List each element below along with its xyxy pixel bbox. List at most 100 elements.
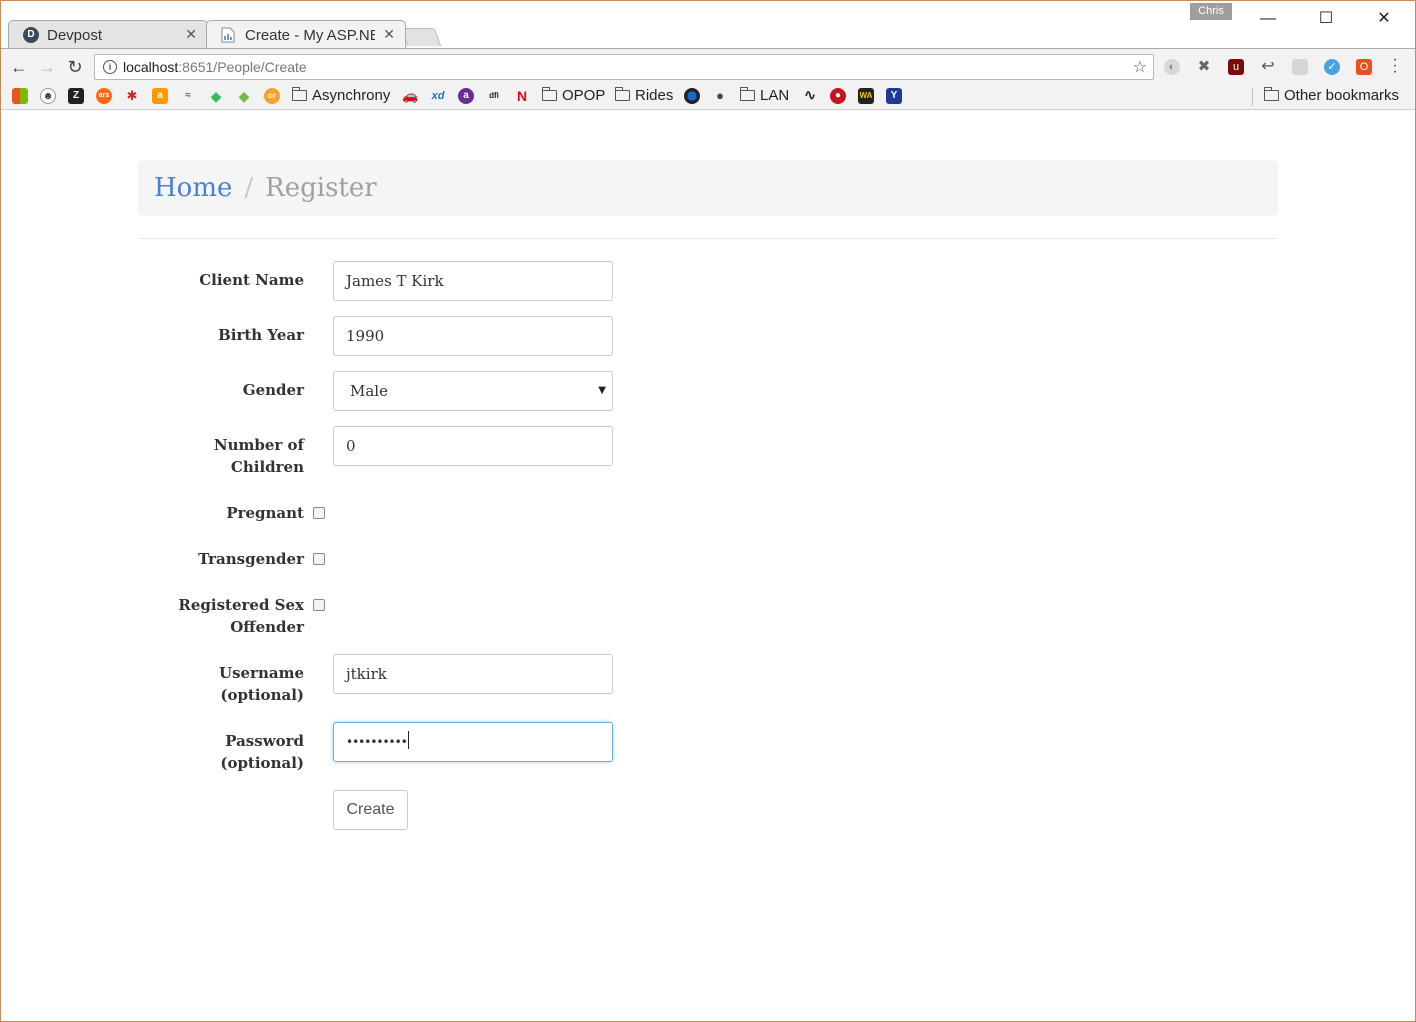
extension-tools-icon[interactable]: ✖ xyxy=(1196,59,1212,75)
bookmark-star-icon[interactable]: ☆ xyxy=(1133,57,1147,77)
bookmark-red-icon[interactable]: ● xyxy=(830,88,846,104)
maximize-button[interactable]: ☐ xyxy=(1303,6,1349,32)
bookmark-circle-icon[interactable]: or xyxy=(264,88,280,104)
children-label-line1: Number of xyxy=(213,436,304,454)
ars-icon[interactable]: ars xyxy=(96,88,112,104)
extension-image-icon[interactable] xyxy=(1292,59,1308,75)
text-caret xyxy=(407,731,409,749)
username-label-line2: (optional) xyxy=(220,686,304,704)
folder-icon xyxy=(1264,87,1279,101)
gender-selected-value: Male xyxy=(350,382,388,400)
office-icon[interactable]: O xyxy=(1356,59,1372,75)
devpost-icon: D xyxy=(23,27,39,43)
amazon-icon[interactable]: a xyxy=(152,88,168,104)
folder-icon xyxy=(292,87,307,101)
bookmark-folder-rides[interactable]: Rides xyxy=(615,87,673,107)
breadcrumb-current: Register xyxy=(265,173,377,203)
password-mask: •••••••••• xyxy=(346,735,408,749)
children-label: Number of Children xyxy=(150,434,304,478)
address-bar[interactable]: i localhost:8651/People/Create ☆ xyxy=(94,54,1154,80)
password-label-line1: Password xyxy=(225,732,304,750)
breadcrumb-separator: / xyxy=(244,173,254,203)
reddit-icon[interactable]: ☻ xyxy=(40,88,56,104)
car-icon[interactable]: 🚗 xyxy=(402,88,418,104)
leaf-icon[interactable]: ◆ xyxy=(208,88,224,104)
sex-offender-label: Registered Sex Offender xyxy=(150,594,304,638)
back-button[interactable]: ← xyxy=(7,55,31,79)
children-label-line2: Children xyxy=(230,458,304,476)
reload-button[interactable]: ↻ xyxy=(63,55,87,79)
client-name-label: Client Name xyxy=(199,271,304,289)
browser-toolbar: ← → ↻ i localhost:8651/People/Create ☆ ◐… xyxy=(0,48,1416,84)
close-window-button[interactable]: ✕ xyxy=(1361,6,1407,32)
breadcrumb: Home / Register xyxy=(138,160,1278,216)
birth-year-label: Birth Year xyxy=(218,326,304,344)
bookmark-folder-asynchrony[interactable]: Asynchrony xyxy=(292,87,390,107)
username-input[interactable]: jtkirk xyxy=(333,654,613,694)
password-input[interactable]: •••••••••• xyxy=(333,722,613,762)
url-text: localhost:8651/People/Create xyxy=(123,59,307,75)
title-bar: D Devpost ✕ Create - My ASP.NET ✕ Chris … xyxy=(0,0,1416,48)
client-name-input[interactable]: James T Kirk xyxy=(333,261,613,301)
forward-button[interactable]: → xyxy=(35,55,59,79)
extension-feather-icon[interactable]: ✓ xyxy=(1324,59,1340,75)
username-label: Username (optional) xyxy=(150,662,304,706)
page-content: Home / Register Client Name James T Kirk B… xyxy=(0,111,1416,1021)
password-label: Password (optional) xyxy=(150,730,304,774)
gender-select[interactable]: Male ▼ xyxy=(333,371,613,411)
create-button[interactable]: Create xyxy=(333,790,408,830)
menu-icon[interactable]: · · · xyxy=(1390,52,1400,80)
ublock-icon[interactable]: u xyxy=(1228,59,1244,75)
extension-reply-icon[interactable]: ↩ xyxy=(1260,59,1276,75)
bookmarks-separator xyxy=(1252,88,1253,106)
divider xyxy=(138,238,1278,239)
tab-devpost[interactable]: D Devpost ✕ xyxy=(8,20,208,48)
dropdown-arrow-icon: ▼ xyxy=(598,385,606,396)
folder-icon xyxy=(615,87,630,101)
bookmark-z-icon[interactable]: Z xyxy=(68,88,84,104)
tab-title: Devpost xyxy=(47,27,103,44)
folder-icon xyxy=(740,87,755,101)
transgender-label: Transgender xyxy=(198,550,304,568)
bmw-icon[interactable] xyxy=(684,88,700,104)
leaf-icon[interactable]: ◆ xyxy=(236,88,252,104)
gender-label: Gender xyxy=(242,381,304,399)
bookmarks-bar: ☻ Z ars ✱ a ≈ ◆ ◆ or Asynchrony 🚗 xd a d… xyxy=(0,84,1416,110)
transgender-checkbox[interactable] xyxy=(313,553,325,565)
bookmark-folder-lan[interactable]: LAN xyxy=(740,87,789,107)
children-input[interactable]: 0 xyxy=(333,426,613,466)
bookmark-folder-other[interactable]: Other bookmarks xyxy=(1264,87,1399,107)
extension-contrast-icon[interactable]: ◐ xyxy=(1164,59,1180,75)
close-icon[interactable]: ✕ xyxy=(185,26,197,43)
tab-title: Create - My ASP.NET xyxy=(245,27,375,44)
wave-icon[interactable]: ∿ xyxy=(802,88,818,104)
info-icon[interactable]: i xyxy=(103,60,117,74)
new-tab-button[interactable] xyxy=(400,28,442,46)
pregnant-checkbox[interactable] xyxy=(313,507,325,519)
bookmark-xd-icon[interactable]: xd xyxy=(430,88,446,104)
sex-offender-label-line2: Offender xyxy=(230,618,304,636)
apple-icon[interactable]: ● xyxy=(712,88,728,104)
breadcrumb-home-link[interactable]: Home xyxy=(154,173,232,203)
folder-icon xyxy=(542,87,557,101)
bookmark-folder-opop[interactable]: OPOP xyxy=(542,87,605,107)
birth-year-input[interactable]: 1990 xyxy=(333,316,613,356)
sex-offender-label-line1: Registered Sex xyxy=(178,596,304,614)
bookmark-yc-icon[interactable]: Y xyxy=(886,88,902,104)
bookmark-a-icon[interactable]: a xyxy=(458,88,474,104)
close-icon[interactable]: ✕ xyxy=(383,26,395,43)
netflix-icon[interactable]: N xyxy=(514,88,530,104)
profile-badge[interactable]: Chris xyxy=(1190,3,1232,20)
pregnant-label: Pregnant xyxy=(226,504,304,522)
bookmark-dfi-icon[interactable]: dfi xyxy=(486,88,502,104)
page-icon xyxy=(221,27,237,43)
yelp-icon[interactable]: ✱ xyxy=(124,88,140,104)
bookmark-wa-icon[interactable]: WA xyxy=(858,88,874,104)
sex-offender-checkbox[interactable] xyxy=(313,599,325,611)
username-label-line1: Username xyxy=(218,664,304,682)
chart-icon[interactable]: ≈ xyxy=(180,88,196,104)
password-label-line2: (optional) xyxy=(220,754,304,772)
tab-create[interactable]: Create - My ASP.NET ✕ xyxy=(206,20,406,48)
minimize-button[interactable]: — xyxy=(1245,6,1291,32)
microsoft-icon[interactable] xyxy=(12,88,28,104)
